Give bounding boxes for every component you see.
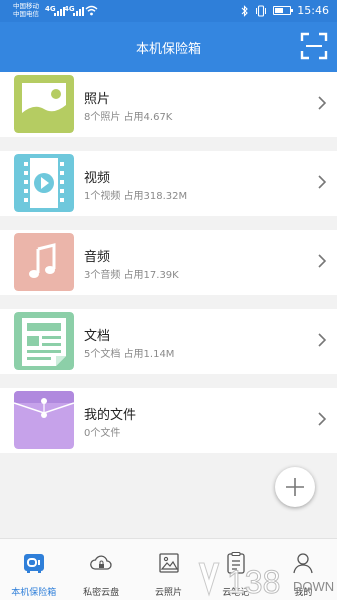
clock: 15:46	[297, 4, 329, 17]
wifi-icon	[85, 5, 98, 16]
card-title: 文档	[84, 329, 111, 344]
document-icon	[14, 312, 74, 370]
carrier-1: 中国移动	[13, 2, 39, 10]
card-title: 照片	[84, 92, 111, 107]
signal-icon	[73, 6, 84, 16]
card-subtitle: 1个视频 占用318.32M	[84, 191, 188, 202]
watermark-logo: 138 DOWN	[198, 562, 334, 600]
card-title: 视频	[84, 171, 111, 186]
nav-label: 私密云盘	[83, 588, 120, 598]
list-item-my-files[interactable]: 我的文件 0个文件	[0, 388, 337, 453]
card-subtitle: 8个照片 占用4.67K	[84, 112, 173, 123]
plus-icon	[286, 478, 304, 496]
nav-label: 云照片	[155, 588, 183, 598]
video-icon	[14, 154, 74, 212]
list-item-photos[interactable]: 照片 8个照片 占用4.67K	[0, 72, 337, 137]
cloud-lock-icon	[90, 555, 112, 570]
image-icon	[158, 553, 179, 573]
chevron-right-icon	[318, 96, 327, 110]
folder-icon	[14, 391, 74, 449]
add-button[interactable]	[275, 467, 315, 507]
photo-icon	[14, 75, 74, 133]
card-subtitle: 3个音频 占用17.39K	[84, 270, 179, 281]
nav-item-private-cloud[interactable]: 私密云盘	[67, 539, 134, 600]
page-title: 本机保险箱	[135, 42, 201, 57]
battery-icon	[273, 6, 294, 15]
carrier-labels: 中国移动 中国电信	[13, 2, 39, 18]
music-icon	[14, 233, 74, 291]
nav-item-local-safe[interactable]: 本机保险箱	[0, 539, 67, 600]
scan-icon[interactable]	[300, 32, 328, 60]
nav-label: 本机保险箱	[11, 588, 57, 598]
card-subtitle: 5个文档 占用1.14M	[84, 349, 175, 360]
list-item-audio[interactable]: 音频 3个音频 占用17.39K	[0, 230, 337, 295]
card-title: 我的文件	[84, 408, 137, 423]
chevron-right-icon	[318, 254, 327, 268]
chevron-right-icon	[318, 333, 327, 347]
list-item-videos[interactable]: 视频 1个视频 占用318.32M	[0, 151, 337, 216]
card-title: 音频	[84, 250, 111, 265]
watermark-number: 138	[227, 564, 280, 600]
chevron-right-icon	[318, 412, 327, 426]
title-bar: 本机保险箱	[0, 22, 337, 72]
status-right: 15:46	[241, 4, 329, 17]
vibrate-icon	[256, 4, 267, 17]
watermark-suffix: DOWN	[293, 579, 334, 594]
card-subtitle: 0个文件	[84, 428, 121, 439]
list-item-documents[interactable]: 文档 5个文档 占用1.14M	[0, 309, 337, 374]
chevron-right-icon	[318, 175, 327, 189]
bluetooth-icon	[241, 4, 249, 17]
status-bar: 中国移动 中国电信 4G 4G 15:46	[0, 0, 337, 22]
nav-item-cloud-photos[interactable]: 云照片	[135, 539, 202, 600]
carrier-2: 中国电信	[13, 10, 39, 18]
safe-icon	[23, 554, 44, 573]
